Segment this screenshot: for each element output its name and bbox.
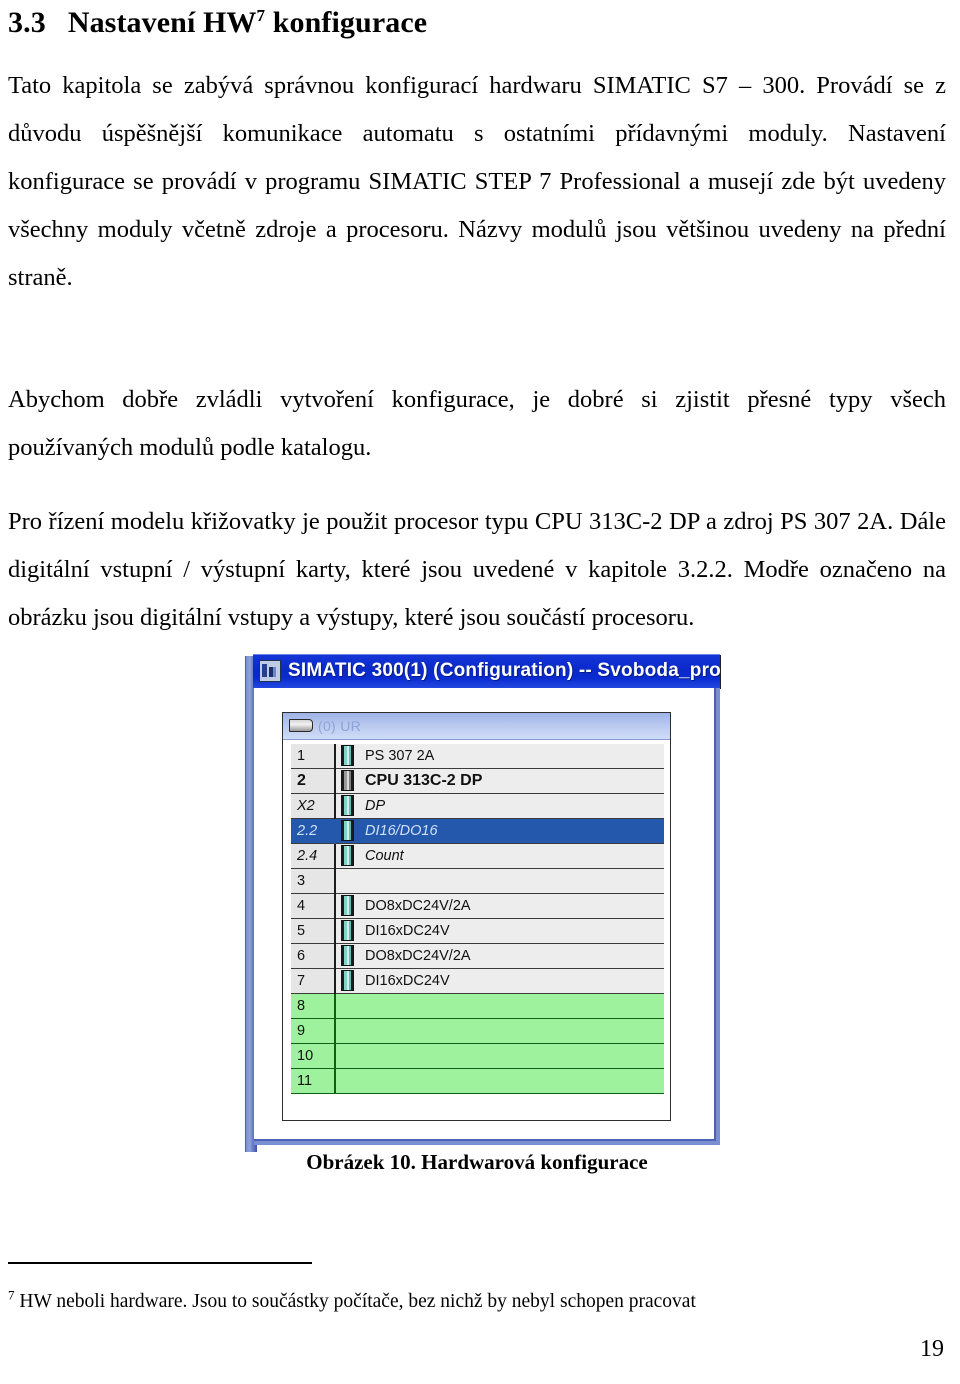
module-icon <box>335 868 358 894</box>
module-icon <box>335 793 358 819</box>
window-title: SIMATIC 300(1) (Configuration) -- Svobod… <box>288 660 720 681</box>
slot-number: X2 <box>291 793 336 819</box>
slot-number: 7 <box>291 968 336 994</box>
slot-number: 3 <box>291 868 336 894</box>
module-chip-icon <box>340 920 354 941</box>
module-icon <box>335 893 358 919</box>
rack-header: (0) UR <box>283 712 670 740</box>
module-icon <box>335 943 358 969</box>
module-icon <box>335 993 358 1019</box>
module-chip-icon <box>340 970 354 991</box>
rack-slot-row[interactable]: 10 <box>291 1043 664 1069</box>
rack-slot-row[interactable]: 1 PS 307 2A <box>291 743 664 769</box>
module-chip-icon <box>340 820 354 841</box>
rack-slot-row[interactable]: 6 DO8xDC24V/2A <box>291 943 664 969</box>
rack-slot-row[interactable]: 3 <box>291 868 664 894</box>
footnote-text: HW neboli hardware. Jsou to součástky po… <box>19 1291 696 1312</box>
rack-slot-row[interactable]: 4 DO8xDC24V/2A <box>291 893 664 919</box>
slot-number: 5 <box>291 918 336 944</box>
module-icon <box>335 1018 358 1044</box>
rack-panel[interactable]: (0) UR 1 PS 307 2A 2 CPU 313C-2 DP X2 DP 2.2 DI… <box>282 711 671 1121</box>
slot-number: 1 <box>291 743 336 769</box>
rack-slot-row[interactable]: 9 <box>291 1018 664 1044</box>
module-icon <box>335 918 358 944</box>
simatic-window: SIMATIC 300(1) (Configuration) -- Svobod… <box>245 653 723 1154</box>
module-icon <box>335 1068 358 1094</box>
slot-number: 2.2 <box>291 818 336 844</box>
rack-slot-row[interactable]: X2 DP <box>291 793 664 819</box>
rack-slot-row[interactable]: 2.4 Count <box>291 843 664 869</box>
module-name: DO8xDC24V/2A <box>358 943 664 969</box>
module-icon <box>335 843 358 869</box>
module-icon <box>335 743 358 769</box>
footnote-separator <box>8 1262 312 1264</box>
module-name <box>358 1068 664 1094</box>
page-title: 3.3 Nastavení HW7 konfigurace <box>8 6 946 41</box>
rack-label: (0) UR <box>318 717 362 734</box>
figure-hardware-configuration: SIMATIC 300(1) (Configuration) -- Svobod… <box>8 648 946 1152</box>
window-client-inner: (0) UR 1 PS 307 2A 2 CPU 313C-2 DP X2 DP 2.2 DI… <box>254 687 716 1141</box>
module-name <box>358 1018 664 1044</box>
module-chip-icon <box>340 945 354 966</box>
rack-slot-row[interactable]: 11 <box>291 1068 664 1094</box>
slot-number: 8 <box>291 993 336 1019</box>
paragraph-2: Abychom dobře zvládli vytvoření konfigur… <box>8 385 946 461</box>
slot-number: 9 <box>291 1018 336 1044</box>
rack-slot-table: 1 PS 307 2A 2 CPU 313C-2 DP X2 DP 2.2 DI16/DO16… <box>291 743 664 1094</box>
footnote: 7 HW neboli hardware. Jsou to součástky … <box>8 1287 696 1313</box>
rack-slot-row[interactable]: 2 CPU 313C-2 DP <box>291 768 664 794</box>
module-name: PS 307 2A <box>358 743 664 769</box>
module-name: CPU 313C-2 DP <box>358 768 664 794</box>
module-name: DI16/DO16 <box>358 818 664 844</box>
slot-number: 11 <box>291 1068 336 1094</box>
module-name: DI16xDC24V <box>358 918 664 944</box>
module-chip-icon <box>340 795 354 816</box>
module-name: DI16xDC24V <box>358 968 664 994</box>
module-name: DO8xDC24V/2A <box>358 893 664 919</box>
module-name: DP <box>358 793 664 819</box>
module-name <box>358 993 664 1019</box>
module-icon <box>335 1043 358 1069</box>
window-titlebar[interactable]: SIMATIC 300(1) (Configuration) -- Svobod… <box>253 653 720 688</box>
slot-number: 6 <box>291 943 336 969</box>
heading-title-before: Nastavení HW <box>67 6 257 39</box>
rack-slot-row[interactable]: 8 <box>291 993 664 1019</box>
module-chip-icon <box>340 770 354 791</box>
slot-number: 2 <box>291 768 336 794</box>
footnote-marker: 7 <box>8 1287 15 1303</box>
window-client-area: (0) UR 1 PS 307 2A 2 CPU 313C-2 DP X2 DP 2.2 DI… <box>254 687 720 1145</box>
simatic-station-icon <box>259 660 281 682</box>
rack-slot-row[interactable]: 5 DI16xDC24V <box>291 918 664 944</box>
module-chip-icon <box>340 845 354 866</box>
paragraph-1: Tato kapitola se zabývá správnou konfigu… <box>8 71 946 291</box>
slot-number: 10 <box>291 1043 336 1069</box>
module-name: Count <box>358 843 664 869</box>
slot-number: 4 <box>291 893 336 919</box>
document-page: 3.3 Nastavení HW7 konfigurace Tato kapito… <box>0 0 960 1384</box>
rack-slot-row[interactable]: 7 DI16xDC24V <box>291 968 664 994</box>
module-icon <box>335 968 358 994</box>
heading-title-after: konfigurace <box>272 6 428 39</box>
slot-number: 2.4 <box>291 843 336 869</box>
page-number: 19 <box>920 1336 944 1362</box>
heading-footnote-marker: 7 <box>256 6 266 25</box>
rack-slot-rows: 1 PS 307 2A 2 CPU 313C-2 DP X2 DP 2.2 DI16/DO16… <box>291 743 664 1094</box>
rack-slot-row[interactable]: 2.2 DI16/DO16 <box>291 818 664 844</box>
module-chip-icon <box>340 745 354 766</box>
heading-number: 3.3 <box>8 6 46 39</box>
module-name <box>358 868 664 894</box>
module-chip-icon <box>340 895 354 916</box>
module-icon <box>335 818 358 844</box>
paragraph-3: Pro řízení modelu křižovatky je použit p… <box>8 507 946 631</box>
module-name <box>358 1043 664 1069</box>
rack-icon <box>289 719 313 732</box>
module-icon <box>335 768 358 794</box>
